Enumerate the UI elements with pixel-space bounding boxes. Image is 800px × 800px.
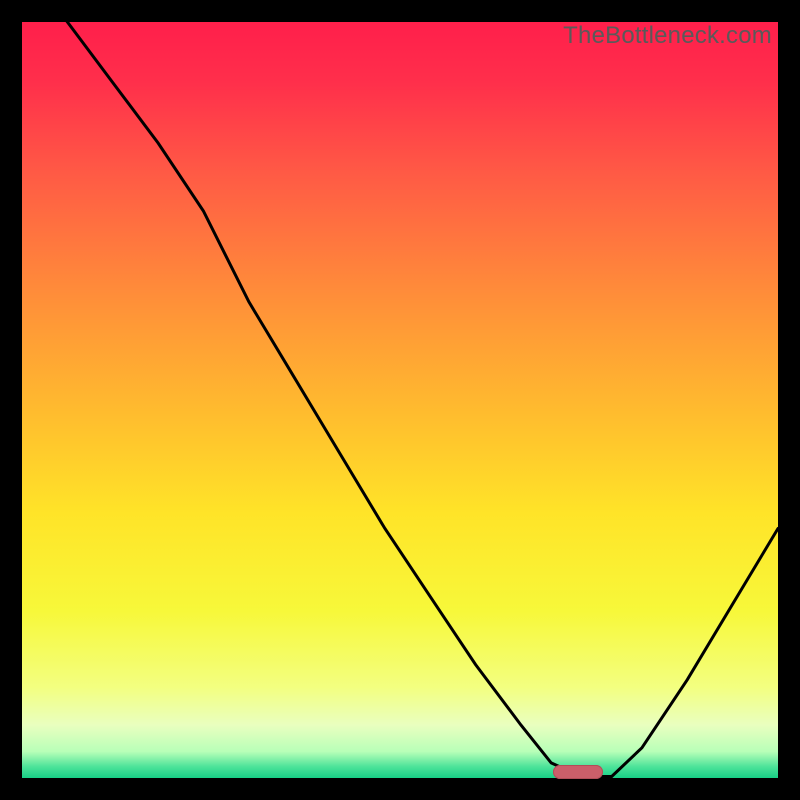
- bottleneck-plot: [22, 22, 778, 778]
- watermark-text: TheBottleneck.com: [563, 22, 772, 50]
- optimal-marker: [553, 765, 603, 779]
- chart-frame: TheBottleneck.com: [22, 22, 778, 778]
- heatmap-background: [22, 22, 778, 778]
